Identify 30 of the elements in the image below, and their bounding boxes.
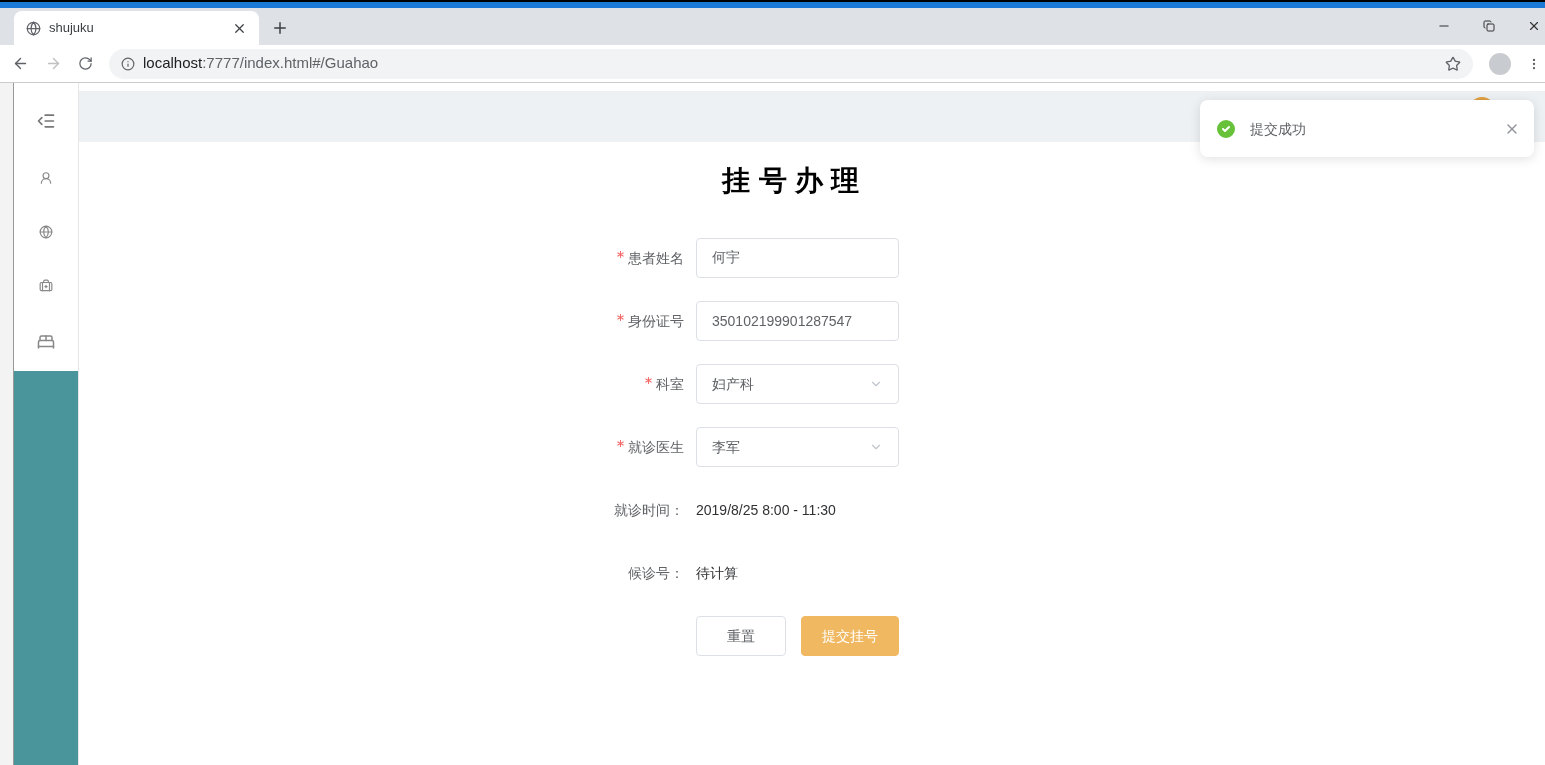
text-input[interactable]: 何宇 <box>696 238 899 278</box>
info-icon <box>121 56 135 71</box>
browser-tab[interactable]: shujuku <box>14 11 259 45</box>
field-label: 患者姓名 <box>628 249 684 268</box>
restore-icon[interactable] <box>1483 20 1495 32</box>
reload-icon[interactable] <box>78 56 93 71</box>
medicine-box-icon[interactable] <box>39 279 53 293</box>
select-field[interactable]: 李军 <box>696 427 899 467</box>
globe-icon[interactable] <box>39 225 53 239</box>
field-value: 2019/8/25 8:00 - 11:30 <box>696 501 836 520</box>
field-label: 就诊时间： <box>614 501 684 520</box>
page-title: 挂号办理 <box>722 165 868 196</box>
reset-button[interactable]: 重置 <box>696 616 786 656</box>
text-input[interactable]: 350102199901287547 <box>696 301 899 341</box>
field-label: 候诊号： <box>628 564 684 583</box>
field-label: 就诊医生 <box>628 438 684 457</box>
bed-icon[interactable] <box>37 333 55 351</box>
user-icon[interactable] <box>39 171 53 185</box>
field-label: 科室 <box>656 375 684 394</box>
field-value: 待计算 <box>696 564 738 583</box>
close-window-icon[interactable] <box>1527 19 1541 33</box>
field-label: 身份证号 <box>628 312 684 331</box>
star-icon[interactable] <box>1445 55 1461 72</box>
new-tab-icon[interactable] <box>271 19 289 37</box>
collapse-menu-icon[interactable] <box>36 111 56 131</box>
back-icon[interactable] <box>12 55 29 72</box>
globe-icon <box>26 20 41 36</box>
select-field[interactable]: 妇产科 <box>696 364 899 404</box>
toast-message: 提交成功 <box>1250 119 1307 139</box>
address-bar[interactable]: localhost:7777/index.html#/Guahao <box>109 48 1473 79</box>
